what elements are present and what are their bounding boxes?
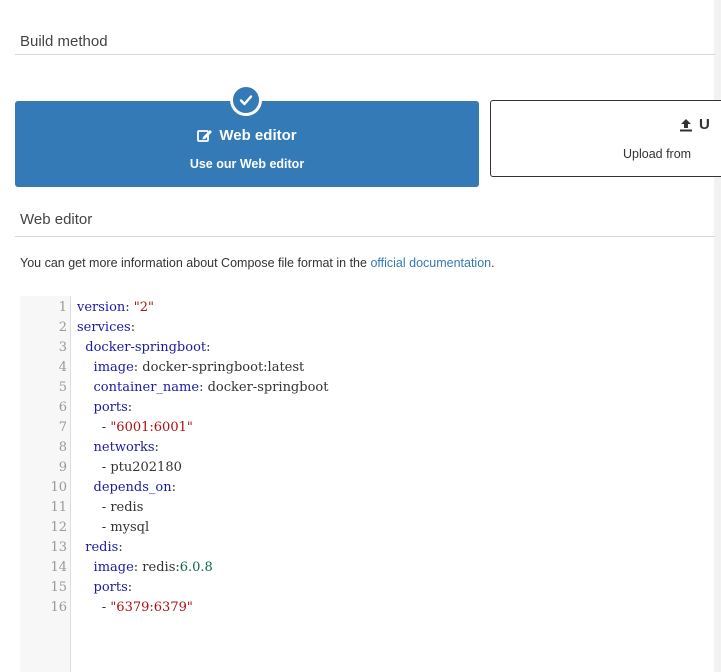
line-number: 5 [58, 380, 67, 395]
code-key: container_name [93, 380, 200, 395]
line-number: 8 [58, 440, 67, 455]
code-plain: : [154, 440, 159, 455]
code-line: 4 image: docker-springboot:latest [20, 358, 714, 378]
code-plain: : [125, 300, 134, 315]
line-number: 6 [58, 400, 67, 415]
compose-info-suffix: . [491, 256, 495, 270]
code-line: 5 container_name: docker-springboot [20, 378, 714, 398]
code-text: - "6001:6001" [77, 418, 193, 438]
code-plain: : [130, 320, 136, 335]
official-documentation-link[interactable]: official documentation [370, 256, 491, 270]
compose-info-text: You can get more information about Compo… [20, 256, 495, 270]
code-text: networks: [77, 438, 159, 458]
line-number: 10 [50, 480, 67, 495]
code-text: services: [77, 318, 135, 338]
code-line: 1 version: "2" [20, 298, 714, 318]
check-circle-icon [230, 84, 262, 116]
code-text: ports: [77, 398, 133, 418]
upload-icon [680, 118, 692, 131]
code-value: "6379:6379" [110, 600, 193, 615]
code-key: depends_on [93, 480, 172, 495]
line-number: 13 [50, 540, 67, 555]
code-value: "2" [133, 300, 155, 315]
top-strip [0, 0, 721, 8]
line-number: 15 [50, 580, 67, 595]
code-key: version [77, 300, 126, 315]
edit-icon [197, 130, 213, 142]
code-text: - "6379:6379" [77, 598, 193, 618]
code-key: ports [93, 580, 128, 595]
line-number: 2 [58, 320, 67, 335]
code-text: image: redis:6.0.8 [77, 558, 213, 578]
line-number: 11 [50, 500, 67, 515]
code-key: services [77, 320, 131, 335]
code-plain: : [118, 540, 123, 555]
code-plain: : [171, 480, 177, 495]
code-text: container_name: docker-springboot [77, 378, 329, 398]
code-plain: : [127, 400, 133, 415]
line-number: 14 [50, 560, 67, 575]
code-plain: : docker-springboot [199, 380, 329, 395]
build-method-divider [15, 54, 715, 55]
code-text: - ptu202180 [77, 458, 182, 478]
upload-option-title: U [699, 116, 710, 133]
upload-option-heading: U [679, 116, 710, 133]
code-editor[interactable]: 1 version: "2" 2 services: 3 docker-springbo… [20, 296, 714, 672]
code-key: redis [85, 540, 119, 555]
code-plain: : docker-springboot:latest [133, 360, 305, 375]
code-plain: - redis [101, 500, 144, 515]
code-line: 3 docker-springboot: [20, 338, 714, 358]
code-plain: : redis: [133, 560, 180, 575]
code-plain: : [127, 580, 133, 595]
code-line: 7 - "6001:6001" [20, 418, 714, 438]
code-text: version: "2" [77, 298, 154, 318]
code-plain: - mysql [101, 520, 150, 535]
code-plain: - ptu202180 [101, 460, 182, 475]
code-text: docker-springboot: [77, 338, 211, 358]
code-line: 10 depends_on: [20, 478, 714, 498]
code-key: ports [93, 400, 128, 415]
code-line: 2 services: [20, 318, 714, 338]
code-text: - mysql [77, 518, 149, 538]
page: Build method Web editor Use our Web edit… [0, 0, 721, 672]
code-key: image [93, 560, 134, 575]
code-line: 16 - "6379:6379" [20, 598, 714, 618]
code-line: 9 - ptu202180 [20, 458, 714, 478]
upload-option-button[interactable]: U Upload from [490, 100, 721, 177]
web-editor-option-heading: Web editor [15, 127, 479, 144]
code-line: 15 ports: [20, 578, 714, 598]
web-editor-option-title: Web editor [219, 127, 297, 144]
compose-info-prefix: You can get more information about Compo… [20, 256, 371, 270]
line-number: 3 [58, 340, 67, 355]
code-text: redis: [77, 538, 123, 558]
code-line: 8 networks: [20, 438, 714, 458]
code-line: 6 ports: [20, 398, 714, 418]
line-number: 7 [58, 420, 67, 435]
line-number: 9 [58, 460, 67, 475]
code-value: "6001:6001" [110, 420, 193, 435]
code-text: ports: [77, 578, 133, 598]
code-line: 11 - redis [20, 498, 714, 518]
code-text: depends_on: [77, 478, 177, 498]
code-line: 13 redis: [20, 538, 714, 558]
web-editor-option-subtitle: Use our Web editor [189, 157, 305, 171]
code-line: 14 image: redis:6.0.8 [20, 558, 714, 578]
line-number: 1 [58, 300, 67, 315]
code-plain: : [206, 340, 211, 355]
upload-option-subtitle: Upload from [623, 147, 692, 161]
web-editor-divider [15, 236, 715, 237]
line-number: 4 [58, 360, 67, 375]
build-method-title: Build method [20, 33, 108, 50]
web-editor-title: Web editor [20, 211, 93, 228]
code-key: docker-springboot [85, 340, 207, 355]
code-text: image: docker-springboot:latest [77, 358, 305, 378]
line-number: 16 [50, 600, 67, 615]
line-number: 12 [50, 520, 67, 535]
code-text: - redis [77, 498, 144, 518]
code-key: networks [93, 440, 155, 455]
code-line: 12 - mysql [20, 518, 714, 538]
code-key: image [93, 360, 134, 375]
code-value: 6.0.8 [179, 560, 213, 575]
